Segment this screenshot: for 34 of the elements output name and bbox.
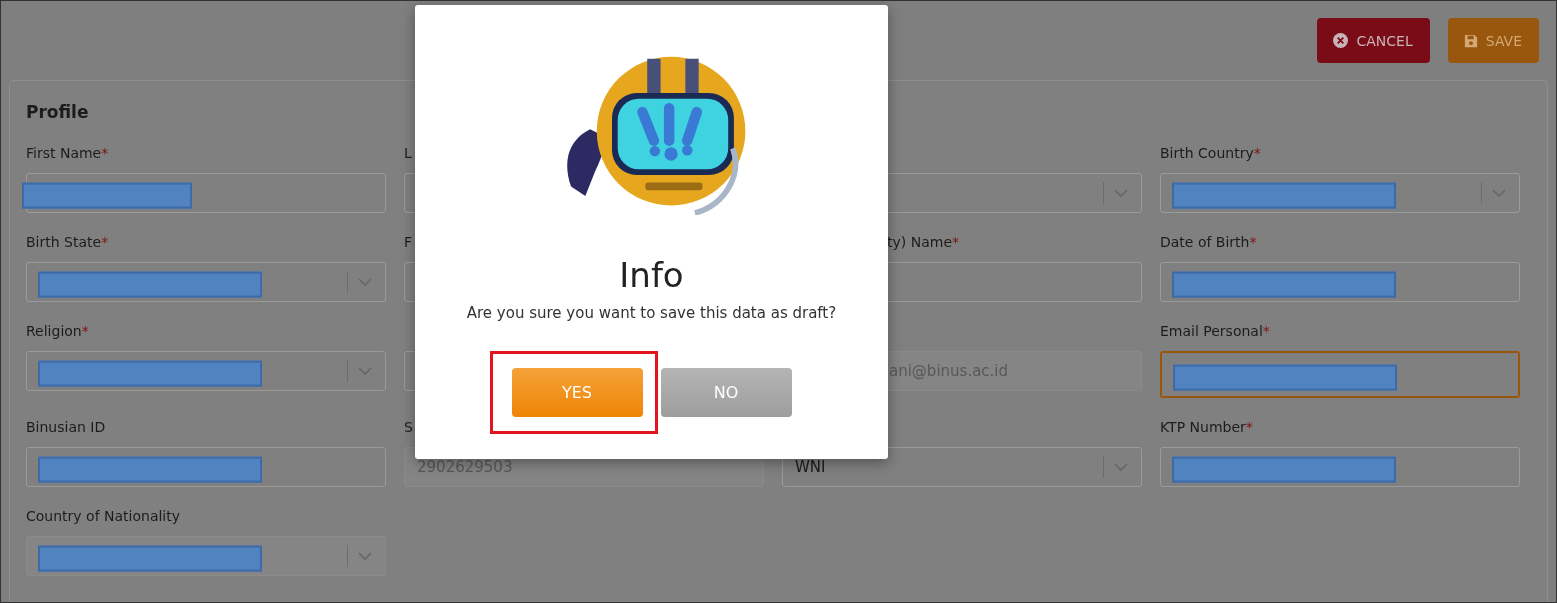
chevron-down-icon[interactable] [1492,188,1506,198]
chevron-down-icon[interactable] [1114,188,1128,198]
field-label: First Name* [26,145,109,161]
dialog-title: Info [619,255,684,295]
field-label: Religion* [26,323,89,339]
yes-button[interactable]: YES [511,368,643,417]
no-button[interactable]: NO [660,368,792,417]
field-label: S [404,419,413,435]
field-label: Binusian ID [26,419,106,435]
input-field[interactable] [26,447,386,487]
field-label: Date of Birth* [1160,234,1257,250]
field-label: L [404,145,412,161]
chevron-down-icon[interactable] [358,277,372,287]
field-label: KTP Number* [1160,419,1253,435]
field-label: Country of Nationality [26,508,180,524]
cancel-button[interactable]: CANCEL [1317,18,1430,63]
select-field[interactable] [26,262,386,302]
field-label: ty) Name* [887,234,959,250]
dialog-message: Are you sure you want to save this data as draft? [466,304,837,322]
input-field[interactable] [1160,447,1520,487]
select-field[interactable] [26,351,386,391]
field-label: Birth State* [26,234,109,250]
save-button[interactable]: SAVE [1447,18,1539,63]
close-icon [1333,33,1349,48]
input-field[interactable] [1160,351,1520,398]
chevron-down-icon[interactable] [358,366,372,376]
section-title: Profile [26,101,89,123]
input-field[interactable] [1160,262,1520,302]
chevron-down-icon[interactable] [1114,462,1128,472]
field-label: Email Personal* [1160,323,1270,339]
field-label: F [404,234,413,250]
select-field[interactable]: WNI [782,447,1142,487]
field-label: Birth Country* [1160,145,1261,161]
select-field[interactable] [1160,173,1520,213]
